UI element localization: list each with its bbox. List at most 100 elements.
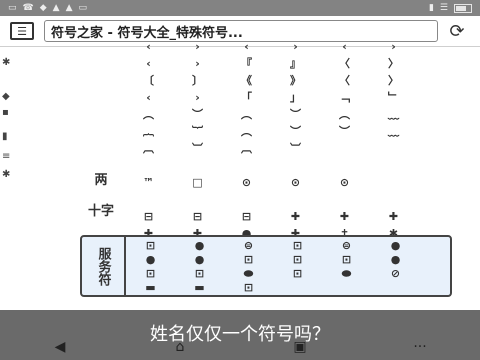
- symbol-cell[interactable]: ⊟: [124, 208, 173, 225]
- symbol-cell[interactable]: ︷: [124, 123, 173, 140]
- symbol-cell[interactable]: ︶: [173, 106, 222, 123]
- battery-icon: [454, 3, 472, 13]
- symbol-row: ︵ ︶ ︵ ︶ ︵ ﹏: [124, 106, 450, 123]
- symbol-cell[interactable]: ︸: [173, 123, 222, 140]
- symbol-cell[interactable]: ︹: [124, 140, 173, 157]
- symbol-cell[interactable]: 〉: [369, 72, 418, 89]
- symbol-cell[interactable]: ⊡: [273, 253, 322, 267]
- symbol-cell[interactable]: ⊡: [322, 253, 371, 267]
- symbol-table: 两 十字 ‹ › ‹ › ‹ › ‹ › 『』〈〉〔〕《》〈〉 ‹ › 「」 ﹁ ﹂ ︵ ︶ ︵ ︶ ︵ ﹏ ︷ ︸ ︵ ︶ ︶…: [80, 38, 452, 310]
- symbol-cell[interactable]: ⊡: [126, 267, 175, 281]
- symbol-cell[interactable]: ﹂: [369, 89, 418, 106]
- symbol-cell[interactable]: ▬: [175, 281, 224, 295]
- symbol-cell[interactable]: ›: [173, 38, 222, 55]
- symbol-row: ™ □ ⊙ ⊙ ⊙: [124, 174, 450, 191]
- symbol-cell[interactable]: ⊘: [371, 267, 420, 281]
- app-icon: ◆: [39, 3, 47, 13]
- symbol-cell[interactable]: 〉: [369, 55, 418, 72]
- symbol-cell[interactable]: 『: [222, 55, 271, 72]
- symbol-cell[interactable]: ⊡: [175, 267, 224, 281]
- symbol-cell[interactable]: 〈: [320, 72, 369, 89]
- highlight-grid: ⊡ ● ⊜ ⊡ ⊜ ● ● ● ⊡ ⊡ ⊡ ● ⊡ ⊡ ⬬ ⊡ ⬬ ⊘ ▬ ▬ ⊡: [126, 239, 452, 295]
- symbol-row: ‹ › 『』〈〉: [124, 55, 450, 72]
- highlight-label-cell: 服务符: [82, 237, 126, 295]
- symbol-cell[interactable]: □: [173, 174, 222, 191]
- symbol-row: ‹ › 「」 ﹁ ﹂: [124, 89, 450, 106]
- rail-glyph: ✱: [2, 169, 11, 180]
- symbol-cell[interactable]: ›: [173, 55, 222, 72]
- symbol-cell[interactable]: ‹: [124, 38, 173, 55]
- more-button[interactable]: ···: [400, 337, 440, 357]
- row-label-two: 两: [94, 173, 108, 188]
- symbol-cell[interactable]: ⊟: [173, 208, 222, 225]
- symbol-cell[interactable]: ⊟: [222, 208, 271, 225]
- symbol-cell[interactable]: ‹: [124, 55, 173, 72]
- back-button[interactable]: ◀: [40, 337, 80, 357]
- symbol-cell[interactable]: 」: [271, 89, 320, 106]
- symbol-cell[interactable]: ⬬: [224, 267, 273, 281]
- symbol-cell[interactable]: ✚: [369, 208, 418, 225]
- symbol-cell[interactable]: ‹: [222, 38, 271, 55]
- symbol-cell[interactable]: 《: [222, 72, 271, 89]
- menu-button[interactable]: ☰: [10, 22, 34, 40]
- symbol-cell[interactable]: ︵: [222, 106, 271, 123]
- symbol-cell[interactable]: ⊙: [320, 174, 369, 191]
- symbol-cell[interactable]: ︺: [173, 140, 222, 157]
- symbol-cell[interactable]: ﹏: [369, 123, 418, 140]
- symbol-cell[interactable]: ︵: [124, 106, 173, 123]
- symbol-cell[interactable]: ●: [371, 253, 420, 267]
- symbol-cell[interactable]: ●: [126, 253, 175, 267]
- symbol-cell[interactable]: ✚: [320, 208, 369, 225]
- symbol-cell[interactable]: ›: [271, 38, 320, 55]
- symbol-cell[interactable]: ›: [173, 89, 222, 106]
- symbol-cell[interactable]: ⊡: [273, 267, 322, 281]
- symbol-cell[interactable]: ︵: [320, 106, 369, 123]
- symbol-cell[interactable]: ‹: [320, 38, 369, 55]
- symbol-cell[interactable]: ●: [371, 239, 420, 253]
- row-label-cross: 十字: [88, 204, 115, 219]
- symbol-cell[interactable]: ⊡: [224, 253, 273, 267]
- symbol-row: ⊟ ⊟ ⊟ ✚ ✚ ✚: [124, 208, 450, 225]
- symbol-grid: ‹ › ‹ › ‹ › ‹ › 『』〈〉〔〕《》〈〉 ‹ › 「」 ﹁ ﹂ ︵ ︶ ︵ ︶ ︵ ﹏ ︷ ︸ ︵ ︶ ︶ ﹏ ︹ ︺ ︹ ︺…: [124, 38, 450, 242]
- symbol-cell[interactable]: ›: [369, 38, 418, 55]
- symbol-cell[interactable]: ✚: [271, 208, 320, 225]
- rail-glyph: ≡: [2, 151, 11, 162]
- signal-icon: ▮: [428, 3, 434, 13]
- symbol-cell[interactable]: 〕: [173, 72, 222, 89]
- symbol-cell[interactable]: ⊜: [322, 239, 371, 253]
- symbol-cell[interactable]: ︶: [271, 106, 320, 123]
- status-right: ▮ ☰: [429, 3, 472, 13]
- symbol-cell[interactable]: ⬬: [322, 267, 371, 281]
- symbol-cell[interactable]: 〔: [124, 72, 173, 89]
- symbol-cell[interactable]: ‹: [124, 89, 173, 106]
- symbol-cell[interactable]: ︶: [271, 123, 320, 140]
- symbol-cell[interactable]: ﹏: [369, 106, 418, 123]
- tabs-icon: ▣: [293, 339, 307, 355]
- symbol-cell[interactable]: ﹁: [320, 89, 369, 106]
- symbol-row: ︹ ︺ ︹ ︺: [124, 140, 450, 157]
- symbol-cell[interactable]: ⊙: [222, 174, 271, 191]
- warning-icon-2: ▲: [65, 3, 73, 13]
- symbol-cell[interactable]: 〈: [320, 55, 369, 72]
- symbol-cell[interactable]: ⊡: [126, 239, 175, 253]
- phone-icon: ☎: [22, 3, 34, 13]
- symbol-cell[interactable]: ︶: [320, 123, 369, 140]
- symbol-cell[interactable]: 「: [222, 89, 271, 106]
- symbol-cell[interactable]: ⊙: [271, 174, 320, 191]
- symbol-cell[interactable]: ⊡: [224, 281, 273, 295]
- symbol-cell[interactable]: ︵: [222, 123, 271, 140]
- symbol-cell[interactable]: ︺: [271, 140, 320, 157]
- symbol-row: ▬ ▬ ⊡: [126, 281, 452, 295]
- rail-glyph: ▪: [2, 107, 9, 118]
- symbol-cell[interactable]: ▬: [126, 281, 175, 295]
- symbol-cell[interactable]: 》: [271, 72, 320, 89]
- symbol-cell[interactable]: ︹: [222, 140, 271, 157]
- symbol-cell[interactable]: ™: [124, 174, 173, 191]
- symbol-cell[interactable]: ●: [175, 239, 224, 253]
- home-button[interactable]: ⌂: [160, 337, 200, 357]
- symbol-cell[interactable]: 』: [271, 55, 320, 72]
- symbol-cell[interactable]: ●: [175, 253, 224, 267]
- symbol-cell[interactable]: ⊡: [273, 239, 322, 253]
- symbol-cell[interactable]: ⊜: [224, 239, 273, 253]
- tabs-button[interactable]: ▣: [280, 337, 320, 357]
